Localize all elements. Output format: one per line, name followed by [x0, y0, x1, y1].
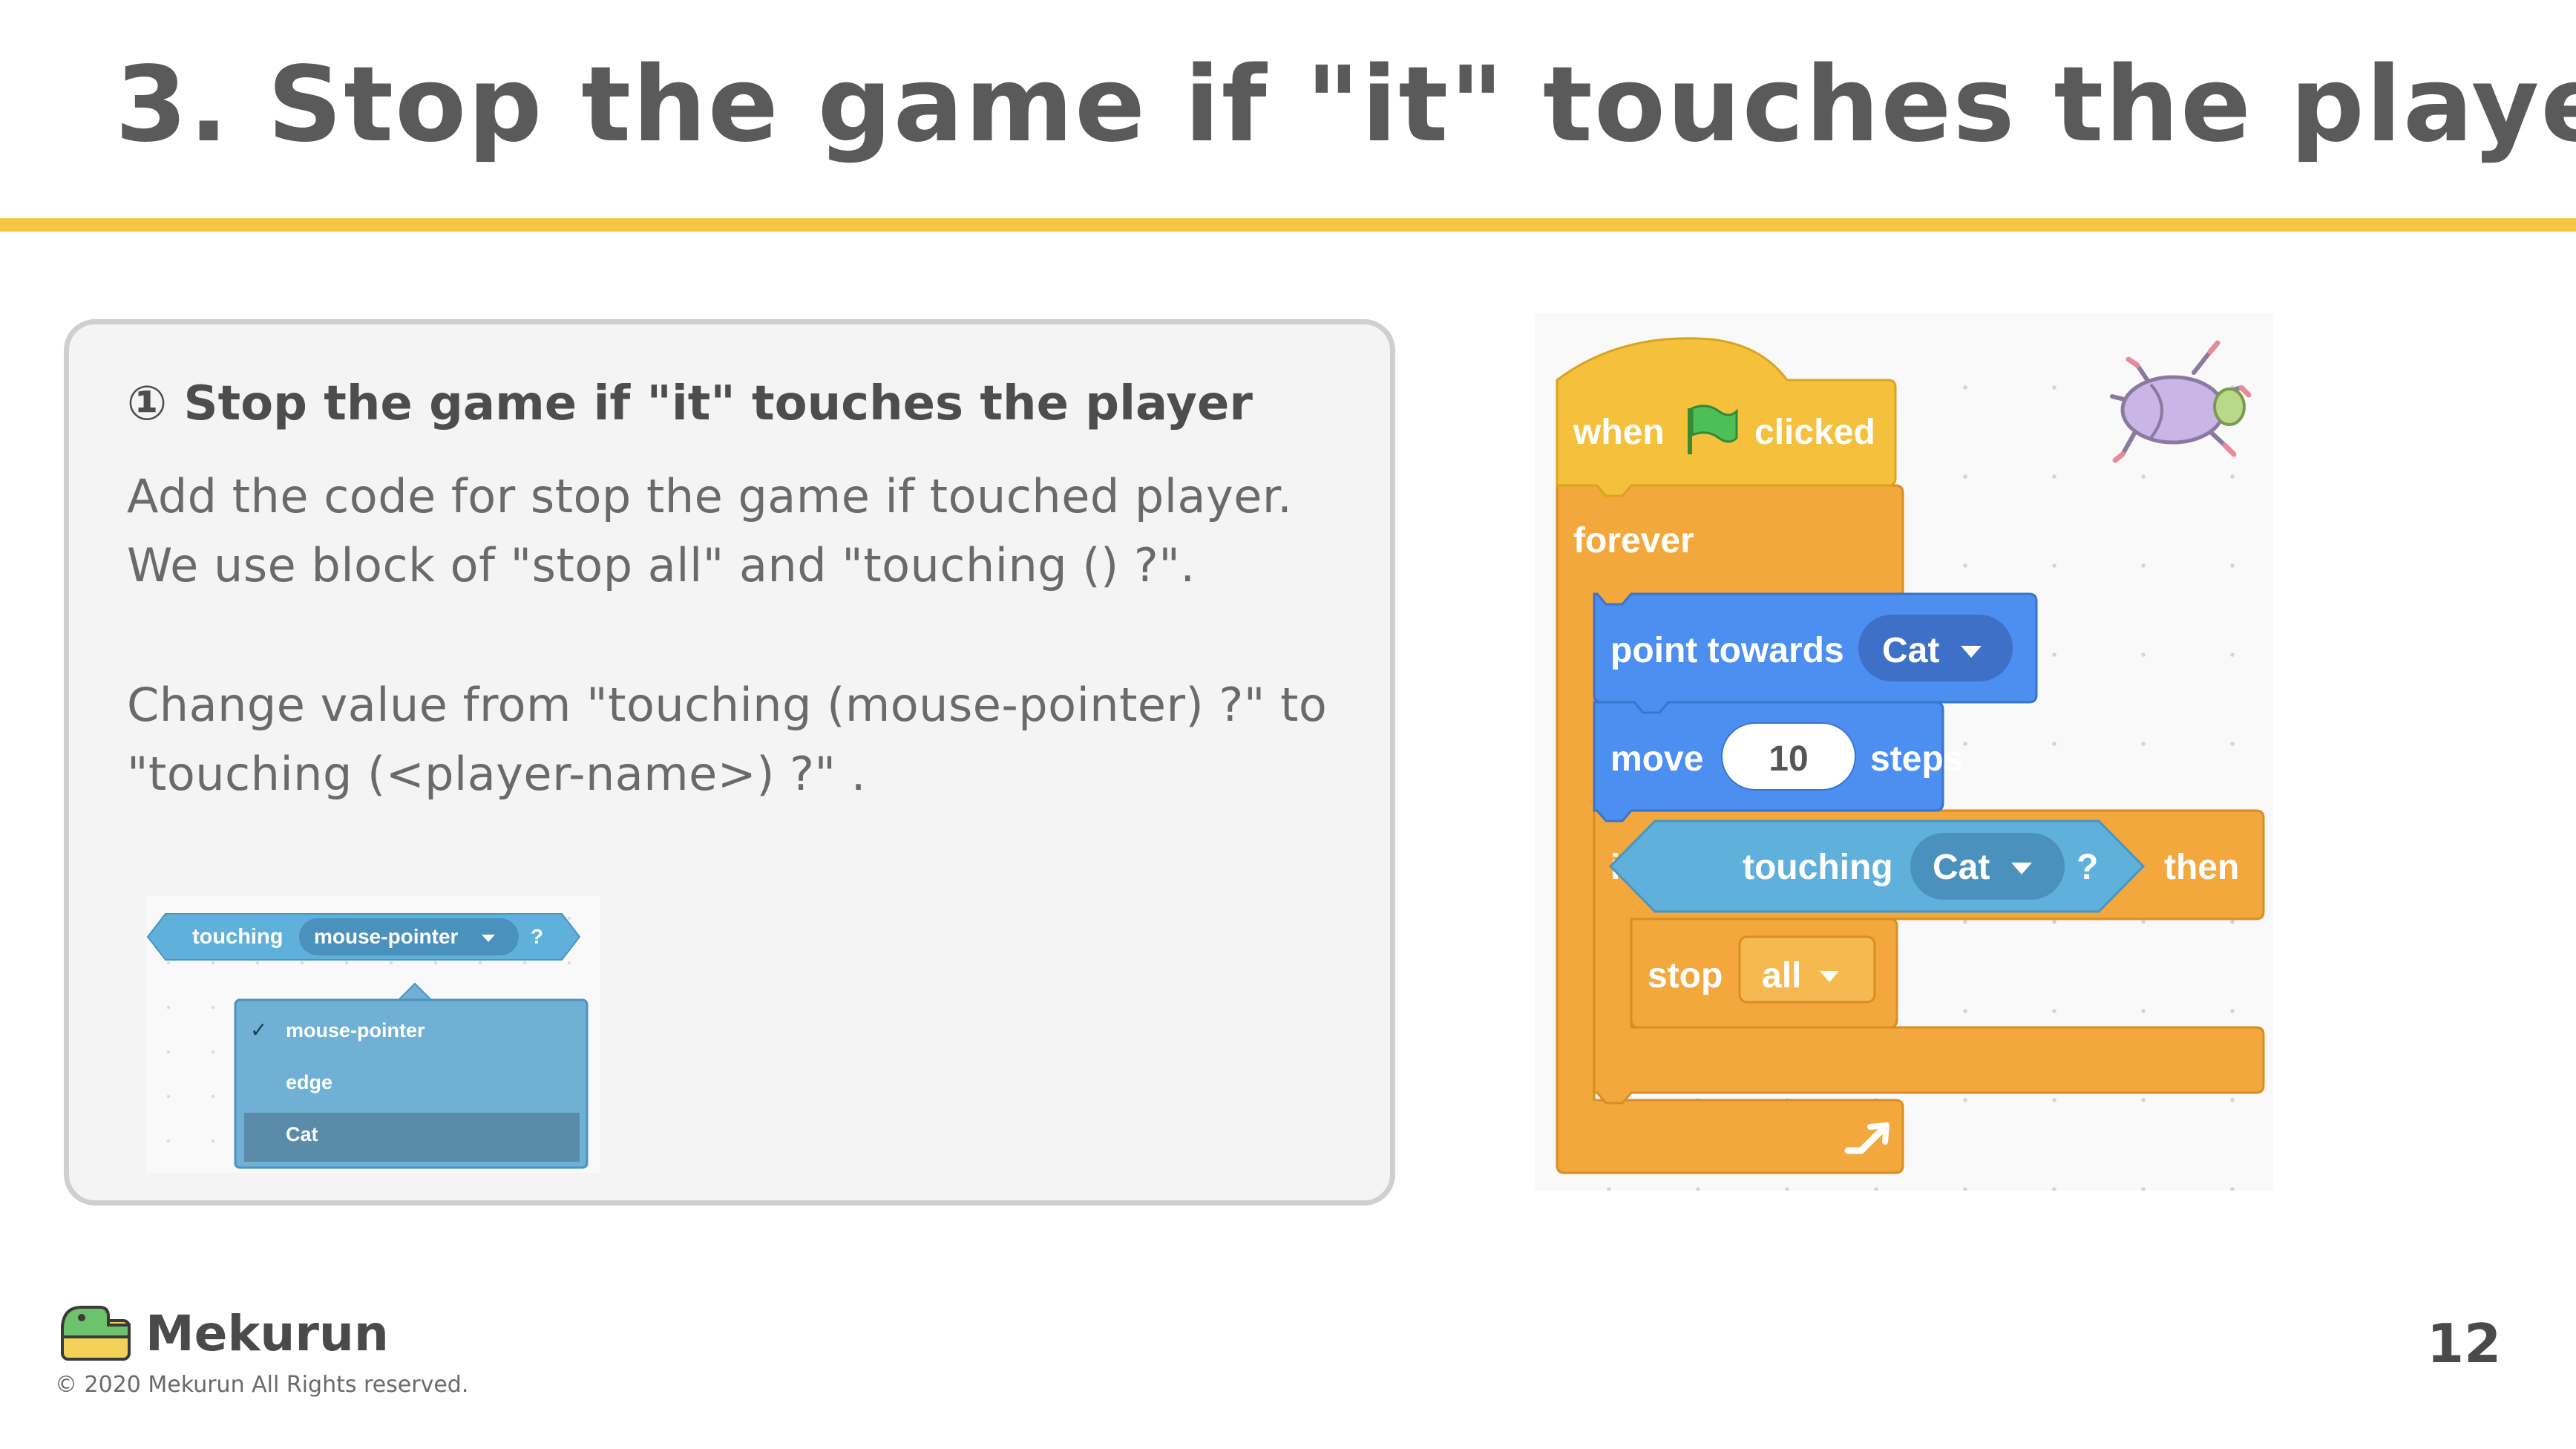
when-flag-clicked-block[interactable]: when clicked [1556, 337, 1897, 497]
dropdown-example-screenshot: touching mouse-pointer ? ✓ mouse-pointer… [146, 896, 600, 1173]
stop-label: stop [1648, 956, 1723, 995]
touching-target-value: Cat [1933, 848, 1990, 887]
dropdown-option[interactable]: edge [286, 1071, 332, 1093]
point-towards-block[interactable]: point towards Cat [1593, 592, 2038, 714]
dropdown-option[interactable]: mouse-pointer [286, 1019, 425, 1041]
forever-label: forever [1573, 521, 1694, 560]
touching-condition[interactable]: touching Cat ? [1608, 820, 2146, 913]
page-number: 12 [2427, 1312, 2502, 1375]
scratch-code-canvas: forever when clicked if then [1535, 313, 2273, 1191]
then-label: then [2164, 848, 2239, 887]
move-unit-label: steps [1870, 739, 1963, 779]
dropdown-option[interactable]: Cat [286, 1123, 318, 1145]
slide-title: 3. Stop the game if "it" touches the pla… [115, 45, 2576, 166]
move-steps-block[interactable]: move 10 steps [1593, 701, 1963, 822]
card-heading: ① Stop the game if "it" touches the play… [127, 376, 1253, 431]
move-steps-value: 10 [1769, 739, 1808, 779]
touching-label: touching [1743, 848, 1893, 887]
move-label: move [1610, 739, 1703, 779]
instruction-line-3: Change value from "touching (mouse-point… [127, 678, 1328, 732]
touching-block-label: touching [192, 925, 283, 949]
target-dropdown-value: mouse-pointer [314, 925, 459, 948]
point-towards-target-value: Cat [1882, 631, 1939, 670]
question-mark: ? [531, 925, 543, 948]
instruction-line-2: We use block of "stop all" and "touching… [127, 538, 1196, 592]
copyright-text: © 2020 Mekurun All Rights reserved. [55, 1372, 469, 1398]
instruction-line-1: Add the code for stop the game if touche… [127, 469, 1293, 523]
dropdown-menu: ✓ mouse-pointer edge Cat [234, 982, 589, 1169]
hat-clicked-label: clicked [1754, 413, 1875, 452]
title-underline [0, 218, 2576, 232]
stop-all-block[interactable]: stop all [1630, 918, 1898, 1029]
stop-option-dropdown[interactable] [1738, 935, 1876, 1004]
touching-block: touching mouse-pointer ? [146, 913, 581, 961]
hat-when-label: when [1573, 413, 1665, 452]
stop-option-value: all [1762, 956, 1801, 995]
brand-name: Mekurun [145, 1305, 389, 1362]
beetle-icon [2110, 340, 2252, 463]
touching-question-mark: ? [2077, 848, 2098, 887]
point-towards-label: point towards [1610, 631, 1844, 670]
instruction-card: ① Stop the game if "it" touches the play… [64, 319, 1395, 1206]
instruction-line-4: "touching (<player-name>) ?" . [127, 747, 866, 801]
checkmark-icon: ✓ [250, 1018, 267, 1042]
mekurun-logo [59, 1303, 132, 1362]
